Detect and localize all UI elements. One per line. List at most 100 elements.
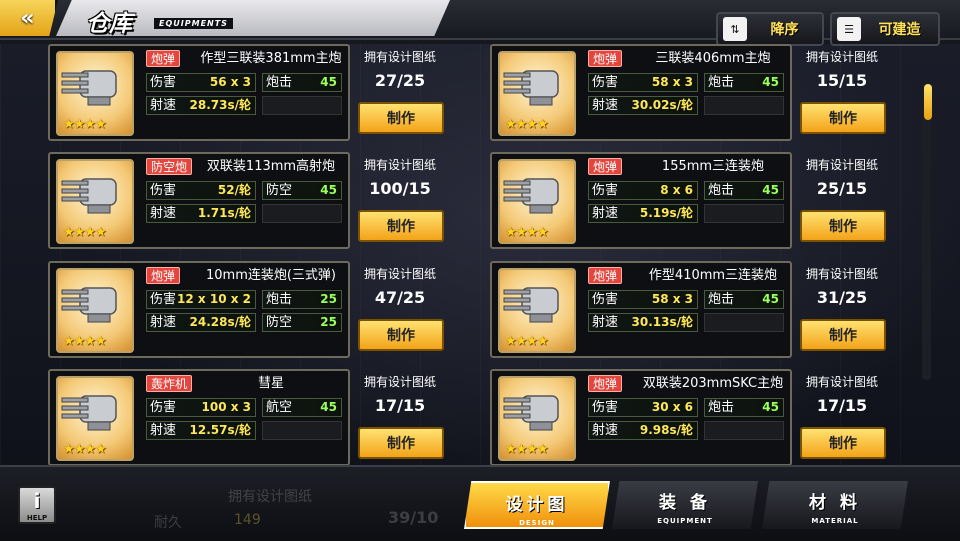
blueprint-info: 拥有设计图纸 47/25 <box>350 265 450 307</box>
back-button[interactable]: « <box>0 0 58 36</box>
stat-label: 炮击 <box>708 75 735 90</box>
back-arrow-icon: « <box>20 5 35 31</box>
ghost-durability-label: 耐久 <box>154 515 182 531</box>
blueprint-info: 拥有设计图纸 31/25 <box>792 265 892 307</box>
tab-equipment[interactable]: 装 备 EQUIPMENT <box>612 481 758 529</box>
blueprint-count: 27/25 <box>374 71 426 90</box>
stat-value: 100 x 3 <box>201 400 252 414</box>
blueprint-count: 15/15 <box>816 71 868 90</box>
stat-label: 防空 <box>266 315 293 330</box>
make-button[interactable]: 制作 <box>800 427 886 459</box>
equipment-thumbnail: ★★★★ <box>56 51 134 136</box>
equipment-type-tag: 炮弹 <box>146 50 181 67</box>
stat-label: 伤害 <box>150 292 177 307</box>
make-button[interactable]: 制作 <box>800 102 886 134</box>
equipment-card[interactable]: ★★★★ 防空炮 双联装113mm高射炮 伤害 52/轮 防空 45 射速 1.… <box>48 152 350 249</box>
equipment-card[interactable]: ★★★★ 炮弹 作型410mm三连装炮 伤害 58 x 3 炮击 45 射速 3… <box>490 261 792 358</box>
stat-box: 伤害 12 x 10 x 2 <box>146 290 256 309</box>
buildable-filter-button[interactable]: ☰ 可建造 <box>830 12 940 46</box>
stat-value: 25 <box>320 315 337 329</box>
stat-label: 防空 <box>266 183 293 198</box>
blueprint-info: 拥有设计图纸 100/15 <box>350 156 450 198</box>
stat-box: 射速 24.28s/轮 <box>146 313 256 332</box>
stat-value: 45 <box>762 183 779 197</box>
gun-turret-icon <box>61 395 117 431</box>
sort-label: 降序 <box>770 22 799 38</box>
stat-box: 伤害 52/轮 <box>146 181 256 200</box>
make-button[interactable]: 制作 <box>800 319 886 351</box>
equipment-card[interactable]: ★★★★ 炮弹 155mm三连装炮 伤害 8 x 6 炮击 45 射速 5.19… <box>490 152 792 249</box>
tab-material-label: 材 料 <box>809 493 861 513</box>
equipment-name: 三联装406mm主炮 <box>655 51 771 66</box>
equipment-type-tag: 炮弹 <box>588 158 623 175</box>
equipment-name: 作型410mm三连装炮 <box>648 268 778 283</box>
stat-label: 射速 <box>592 423 619 438</box>
equipment-card[interactable]: ★★★★ 轰炸机 彗星 伤害 100 x 3 航空 45 射速 12.57s/轮 <box>48 369 350 466</box>
equipment-type-tag: 防空炮 <box>146 158 193 175</box>
list-icon: ☰ <box>837 17 861 41</box>
stat-box: 炮击 45 <box>704 398 784 417</box>
stat-value: 45 <box>320 400 337 414</box>
blueprint-info: 拥有设计图纸 27/25 <box>350 48 450 90</box>
star-rating: ★★★★ <box>63 442 107 457</box>
stat-label: 伤害 <box>150 183 177 198</box>
equipment-card[interactable]: ★★★★ 炮弹 10mm连装炮(三式弹) 伤害 12 x 10 x 2 炮击 2… <box>48 261 350 358</box>
blueprint-info: 拥有设计图纸 17/15 <box>792 373 892 415</box>
tab-material[interactable]: 材 料 MATERIAL <box>762 481 908 529</box>
stat-value: 12 x 10 x 2 <box>177 292 251 306</box>
sort-button[interactable]: ⇅ 降序 <box>716 12 824 46</box>
stat-label: 伤害 <box>592 75 619 90</box>
equipment-type-tag: 炮弹 <box>588 267 623 284</box>
star-rating: ★★★★ <box>505 225 549 240</box>
stat-box: 伤害 30 x 6 <box>588 398 698 417</box>
make-button[interactable]: 制作 <box>800 210 886 242</box>
make-button[interactable]: 制作 <box>358 210 444 242</box>
equipment-card[interactable]: ★★★★ 炮弹 双联装203mmSKC主炮 伤害 30 x 6 炮击 45 射速… <box>490 369 792 466</box>
stat-value: 45 <box>762 75 779 89</box>
stat-label: 射速 <box>592 98 619 113</box>
blueprint-info: 拥有设计图纸 15/15 <box>792 48 892 90</box>
stat-box <box>704 421 784 440</box>
stat-box: 伤害 58 x 3 <box>588 73 698 92</box>
stat-value: 28.73s/轮 <box>189 98 251 112</box>
scrollbar-thumb[interactable] <box>924 84 932 120</box>
equipment-type-tag: 炮弹 <box>588 50 623 67</box>
stat-value: 1.71s/轮 <box>197 206 251 220</box>
star-rating: ★★★★ <box>505 442 549 457</box>
make-button[interactable]: 制作 <box>358 102 444 134</box>
stat-label: 射速 <box>592 315 619 330</box>
make-button[interactable]: 制作 <box>358 427 444 459</box>
equipment-card[interactable]: ★★★★ 炮弹 作型三联装381mm主炮 伤害 56 x 3 炮击 45 射速 … <box>48 44 350 141</box>
stat-value: 45 <box>762 292 779 306</box>
stat-box <box>704 204 784 223</box>
page-subtitle: EQUIPMENTS <box>154 18 233 29</box>
gun-turret-icon <box>503 395 559 431</box>
stat-label: 伤害 <box>592 183 619 198</box>
stat-box: 伤害 58 x 3 <box>588 290 698 309</box>
equipment-name: 彗星 <box>257 376 284 391</box>
stat-label: 炮击 <box>708 400 735 415</box>
scrollbar-track[interactable] <box>922 88 931 380</box>
help-button[interactable]: i HELP <box>18 486 56 524</box>
stat-value: 30.02s/轮 <box>631 98 693 112</box>
tab-design-en: DESIGN <box>519 519 555 527</box>
equipment-card[interactable]: ★★★★ 炮弹 三联装406mm主炮 伤害 58 x 3 炮击 45 射速 30… <box>490 44 792 141</box>
tab-design[interactable]: 设计图 DESIGN <box>464 481 610 529</box>
stat-value: 45 <box>320 183 337 197</box>
stat-label: 炮击 <box>708 183 735 198</box>
make-button[interactable]: 制作 <box>358 319 444 351</box>
star-rating: ★★★★ <box>505 334 549 349</box>
stat-box: 射速 5.19s/轮 <box>588 204 698 223</box>
stat-box: 炮击 45 <box>262 73 342 92</box>
blueprint-count: 17/15 <box>816 396 868 415</box>
stat-label: 航空 <box>266 400 293 415</box>
gun-turret-icon <box>61 70 117 106</box>
blueprint-count: 100/15 <box>369 179 431 198</box>
equipment-name: 双联装203mmSKC主炮 <box>642 376 784 391</box>
equipment-thumbnail: ★★★★ <box>56 268 134 353</box>
stat-box: 炮击 45 <box>704 73 784 92</box>
star-rating: ★★★★ <box>63 117 107 132</box>
blueprint-count: 31/25 <box>816 288 868 307</box>
stat-box: 炮击 45 <box>704 290 784 309</box>
blueprint-count: 47/25 <box>374 288 426 307</box>
